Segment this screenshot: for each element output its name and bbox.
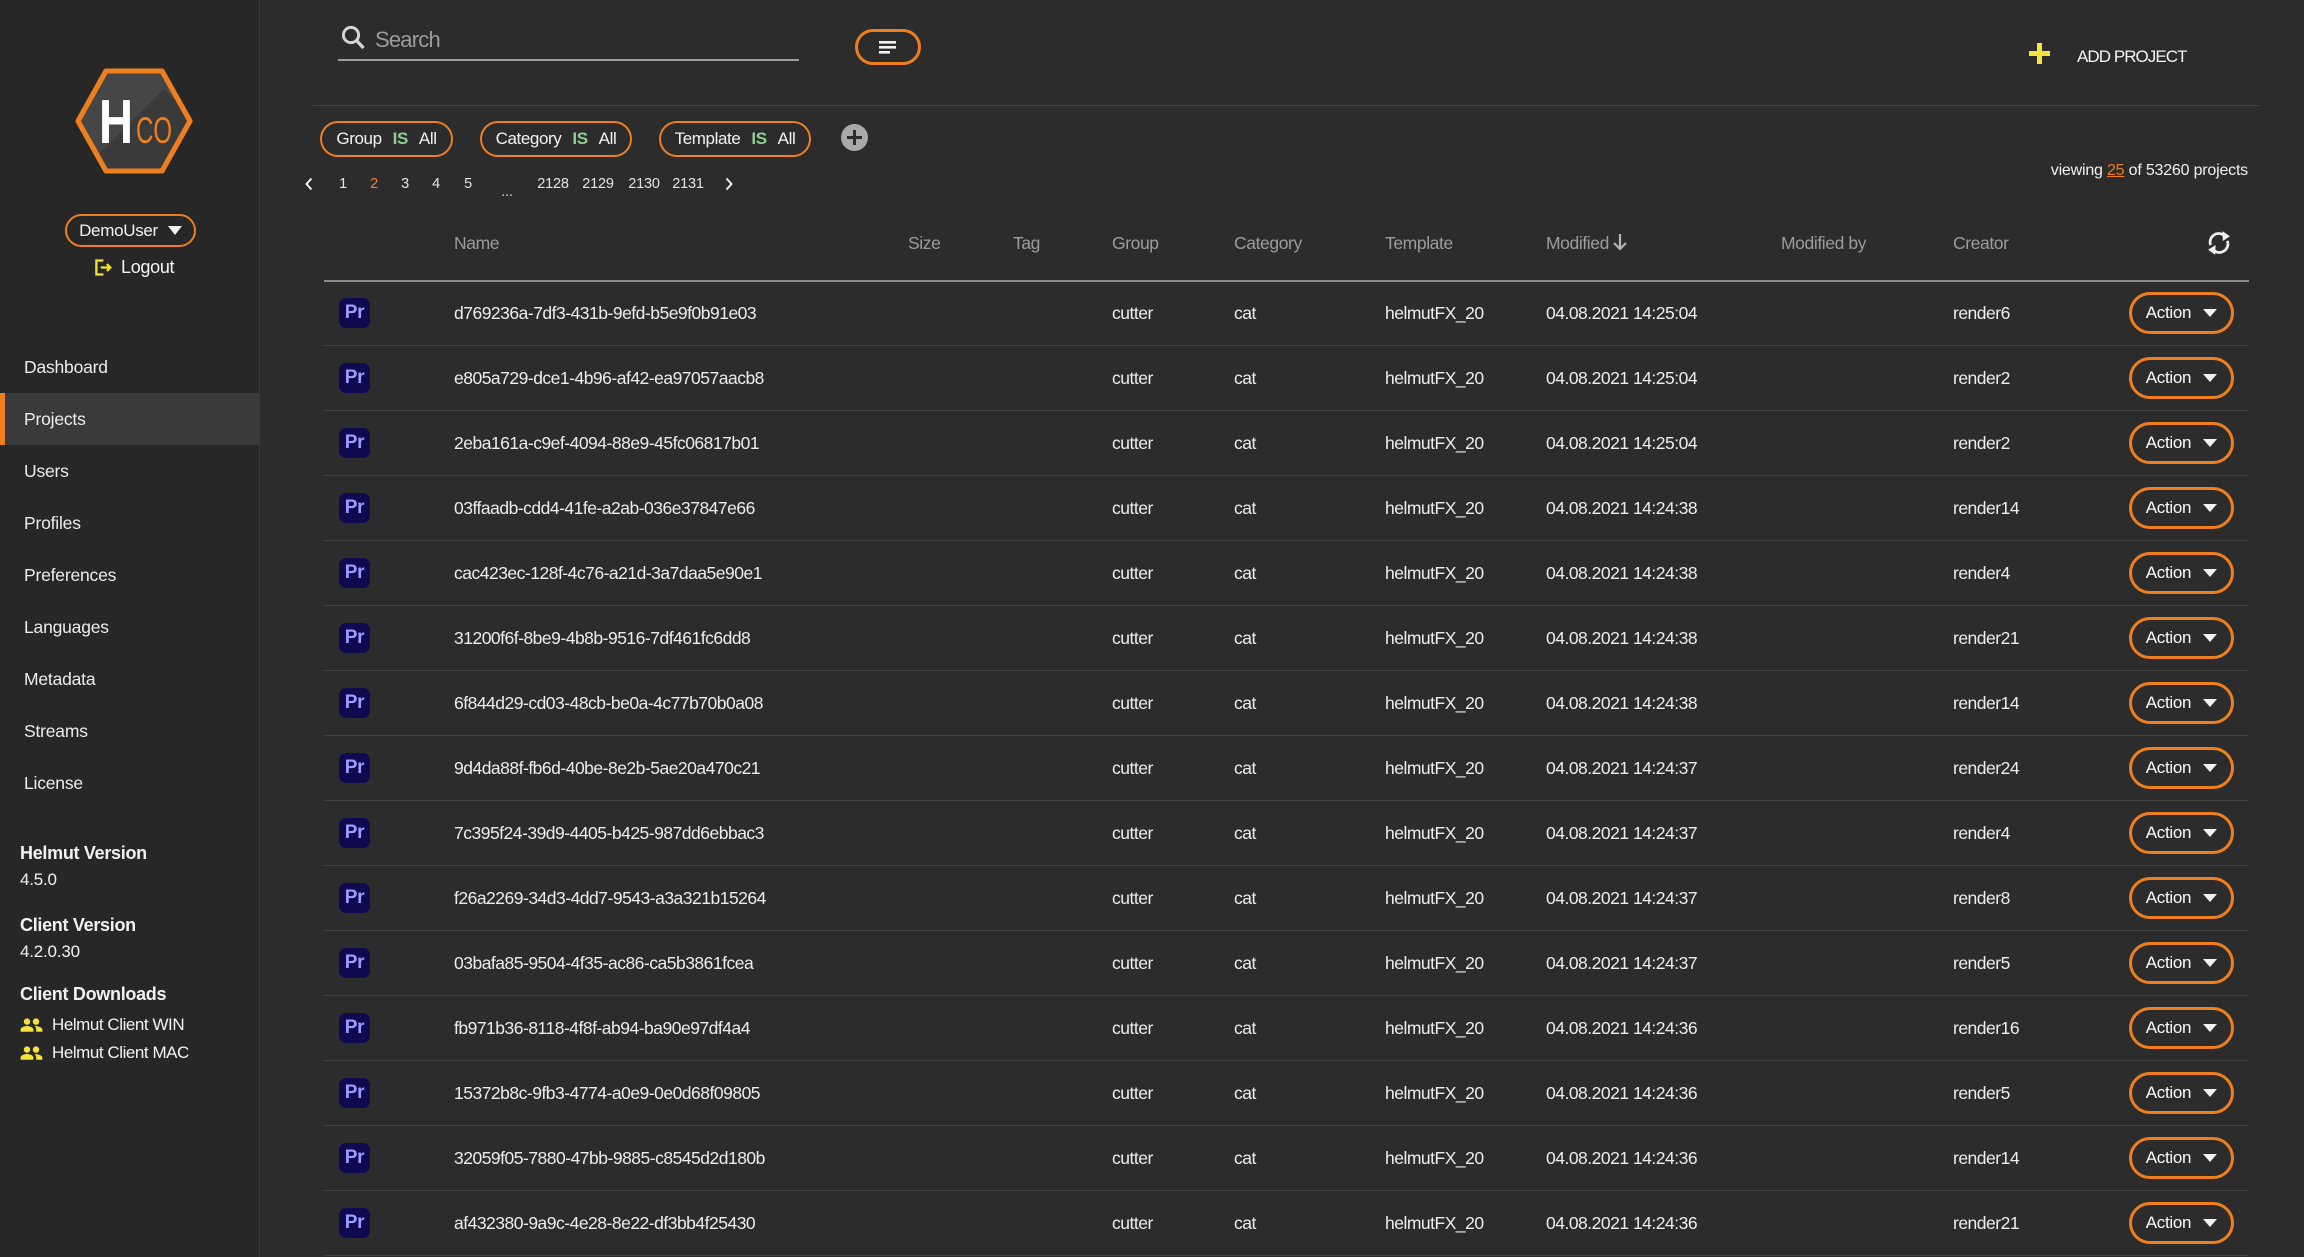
svg-text:H: H [99, 88, 133, 157]
svg-text:CO: CO [136, 110, 172, 151]
